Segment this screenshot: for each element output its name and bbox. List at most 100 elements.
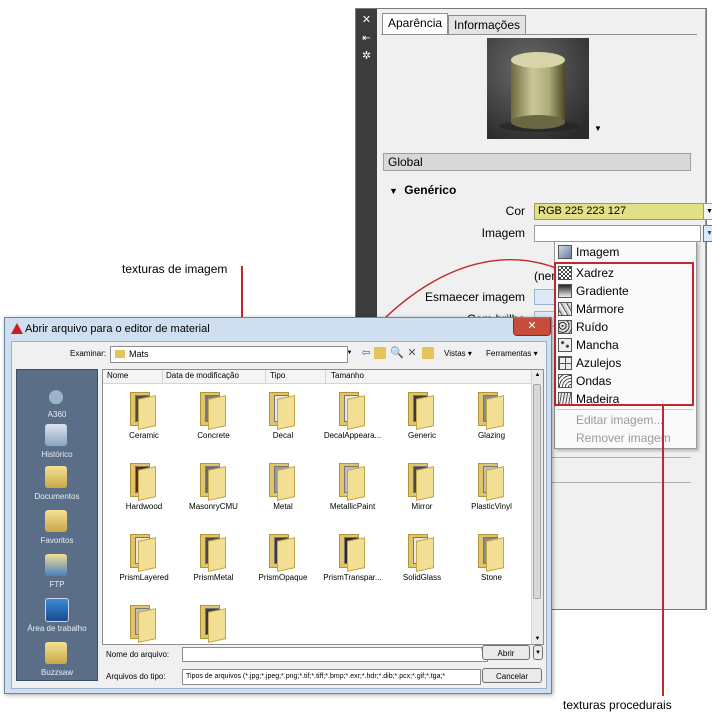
folder-front [485,466,504,501]
folder-item[interactable]: PlasticVinyl [455,463,529,523]
folder-item[interactable] [107,605,181,644]
folder-icon [130,605,156,643]
scroll-up-icon[interactable]: ▲ [532,370,543,380]
folder-item[interactable]: Generic [385,392,459,452]
folder-item[interactable]: PrismTranspar... [316,534,390,594]
folder-icon [130,463,156,501]
folder-front [346,537,365,572]
back-icon[interactable]: ⇦ [360,347,372,359]
column-tipo[interactable]: Tipo [270,371,285,380]
folder-item[interactable]: PrismLayered [107,534,181,594]
folder-item[interactable]: Ceramic [107,392,181,452]
folder-item[interactable]: Stone [455,534,529,594]
folder-path-combo[interactable]: Mats [110,346,348,363]
section-generic-label: Genérico [404,183,457,197]
autodesk-logo-icon [11,323,23,334]
open-options-arrow-icon[interactable]: ▼ [533,645,543,660]
folder-item[interactable]: Decal [246,392,320,452]
current-folder-label: Mats [129,349,149,359]
folder-icon [115,350,125,358]
cor-field[interactable]: RGB 225 223 127 [534,203,704,220]
scrollbar-thumb[interactable] [533,384,541,599]
folder-name: DecalAppeara... [323,431,382,440]
delete-icon[interactable]: ✕ [406,347,418,359]
folder-item[interactable]: DecalAppeara... [316,392,390,452]
folder-front [207,395,226,430]
tab-informacoes[interactable]: Informações [448,15,527,35]
close-icon[interactable]: ✕ [360,14,373,27]
folder-item[interactable]: MasonryCMU [177,463,251,523]
column-data[interactable]: Data de modificação [166,371,239,380]
scroll-down-icon[interactable]: ▼ [532,634,543,644]
tools-menu[interactable]: Ferramentas ▾ [486,349,538,358]
place-label: Documentos [34,492,80,501]
open-button-label: Abrir [497,649,515,658]
folder-front [277,466,295,501]
gear-icon[interactable]: ✲ [360,50,373,63]
cor-dropdown-button[interactable]: ▼ [703,203,712,220]
folder-item[interactable]: Glazing [455,392,529,452]
folder-item[interactable]: PrismOpaque [246,534,320,594]
cancel-button[interactable]: Cancelar [482,668,542,683]
column-separator [162,370,163,383]
search-web-icon[interactable]: 🔍 [390,347,404,359]
folder-front [416,537,434,572]
folder-item[interactable]: Concrete [177,392,251,452]
procedural-highlight-box [554,262,694,406]
material-preview[interactable] [487,38,589,139]
menu-item-remover-imagem[interactable]: Remover imagem [557,429,693,447]
folder-icon [269,392,295,430]
menu-item-imagem[interactable]: Imagem [557,243,693,261]
folder-name: PrismOpaque [258,573,308,582]
folder-front [138,466,156,501]
desktop-icon [45,598,69,622]
autohide-icon[interactable]: ⇤ [360,32,373,45]
folder-front [485,537,504,572]
file-list[interactable]: Nome Data de modificação Tipo Tamanho Ce… [102,369,544,645]
a360-icon [45,384,67,406]
section-generic[interactable]: ▼ Genérico [389,183,456,197]
examinar-label: Examinar: [70,349,107,358]
filename-input[interactable] [182,647,488,662]
imagem-field[interactable] [534,225,701,242]
views-menu[interactable]: Vistas ▾ [444,349,472,358]
collapse-triangle-icon: ▼ [389,186,398,196]
folder-name: MetallicPaint [329,502,376,511]
esmaecer-label: Esmaecer imagem [424,290,525,304]
new-folder-icon[interactable] [422,347,434,359]
folder-item[interactable]: Mirror [385,463,459,523]
folder-name: Generic [407,431,436,440]
folder-icon [338,463,365,501]
imagem-dropdown-button[interactable]: ▼ [703,225,712,242]
up-folder-icon[interactable] [374,347,386,359]
filetype-combo[interactable]: Tipos de arquivos (*.jpg;*.jpeg;*.png;*.… [182,669,481,685]
open-button[interactable]: Abrir [482,645,530,660]
documents-icon [45,466,67,488]
open-file-dialog: Abrir arquivo para o editor de material … [4,317,552,694]
folder-front [207,466,226,501]
column-tamanho[interactable]: Tamanho [331,371,364,380]
image-icon [558,245,572,259]
folder-item[interactable]: Hardwood [107,463,181,523]
folder-path-dropdown-arrow-icon[interactable]: ▼ [345,346,354,361]
folder-name: Metal [273,502,293,511]
preview-options-arrow-icon[interactable]: ▼ [594,124,602,133]
vertical-scrollbar[interactable]: ▲ ▼ [531,370,543,644]
folder-name: Ceramic [129,431,159,440]
annotation-image-textures: texturas de imagem [122,262,228,276]
folder-item[interactable]: Metal [246,463,320,523]
place-label: Histórico [41,450,73,459]
column-nome[interactable]: Nome [107,371,128,380]
menu-item-editar-imagem[interactable]: Editar imagem... [557,411,693,429]
tab-aparencia[interactable]: Aparência [382,13,449,35]
folder-item[interactable]: MetallicPaint [316,463,390,523]
dialog-close-button[interactable]: ✕ [513,318,551,336]
folder-item[interactable]: SolidGlass [385,534,459,594]
folder-item[interactable]: PrismMetal [177,534,251,594]
place-label: A360 [47,410,67,419]
folder-item[interactable] [177,605,251,644]
folder-name: Hardwood [125,502,163,511]
place-label: FTP [49,580,65,589]
menu-item-label: Remover imagem [576,431,671,445]
section-global[interactable]: Global [383,153,691,171]
